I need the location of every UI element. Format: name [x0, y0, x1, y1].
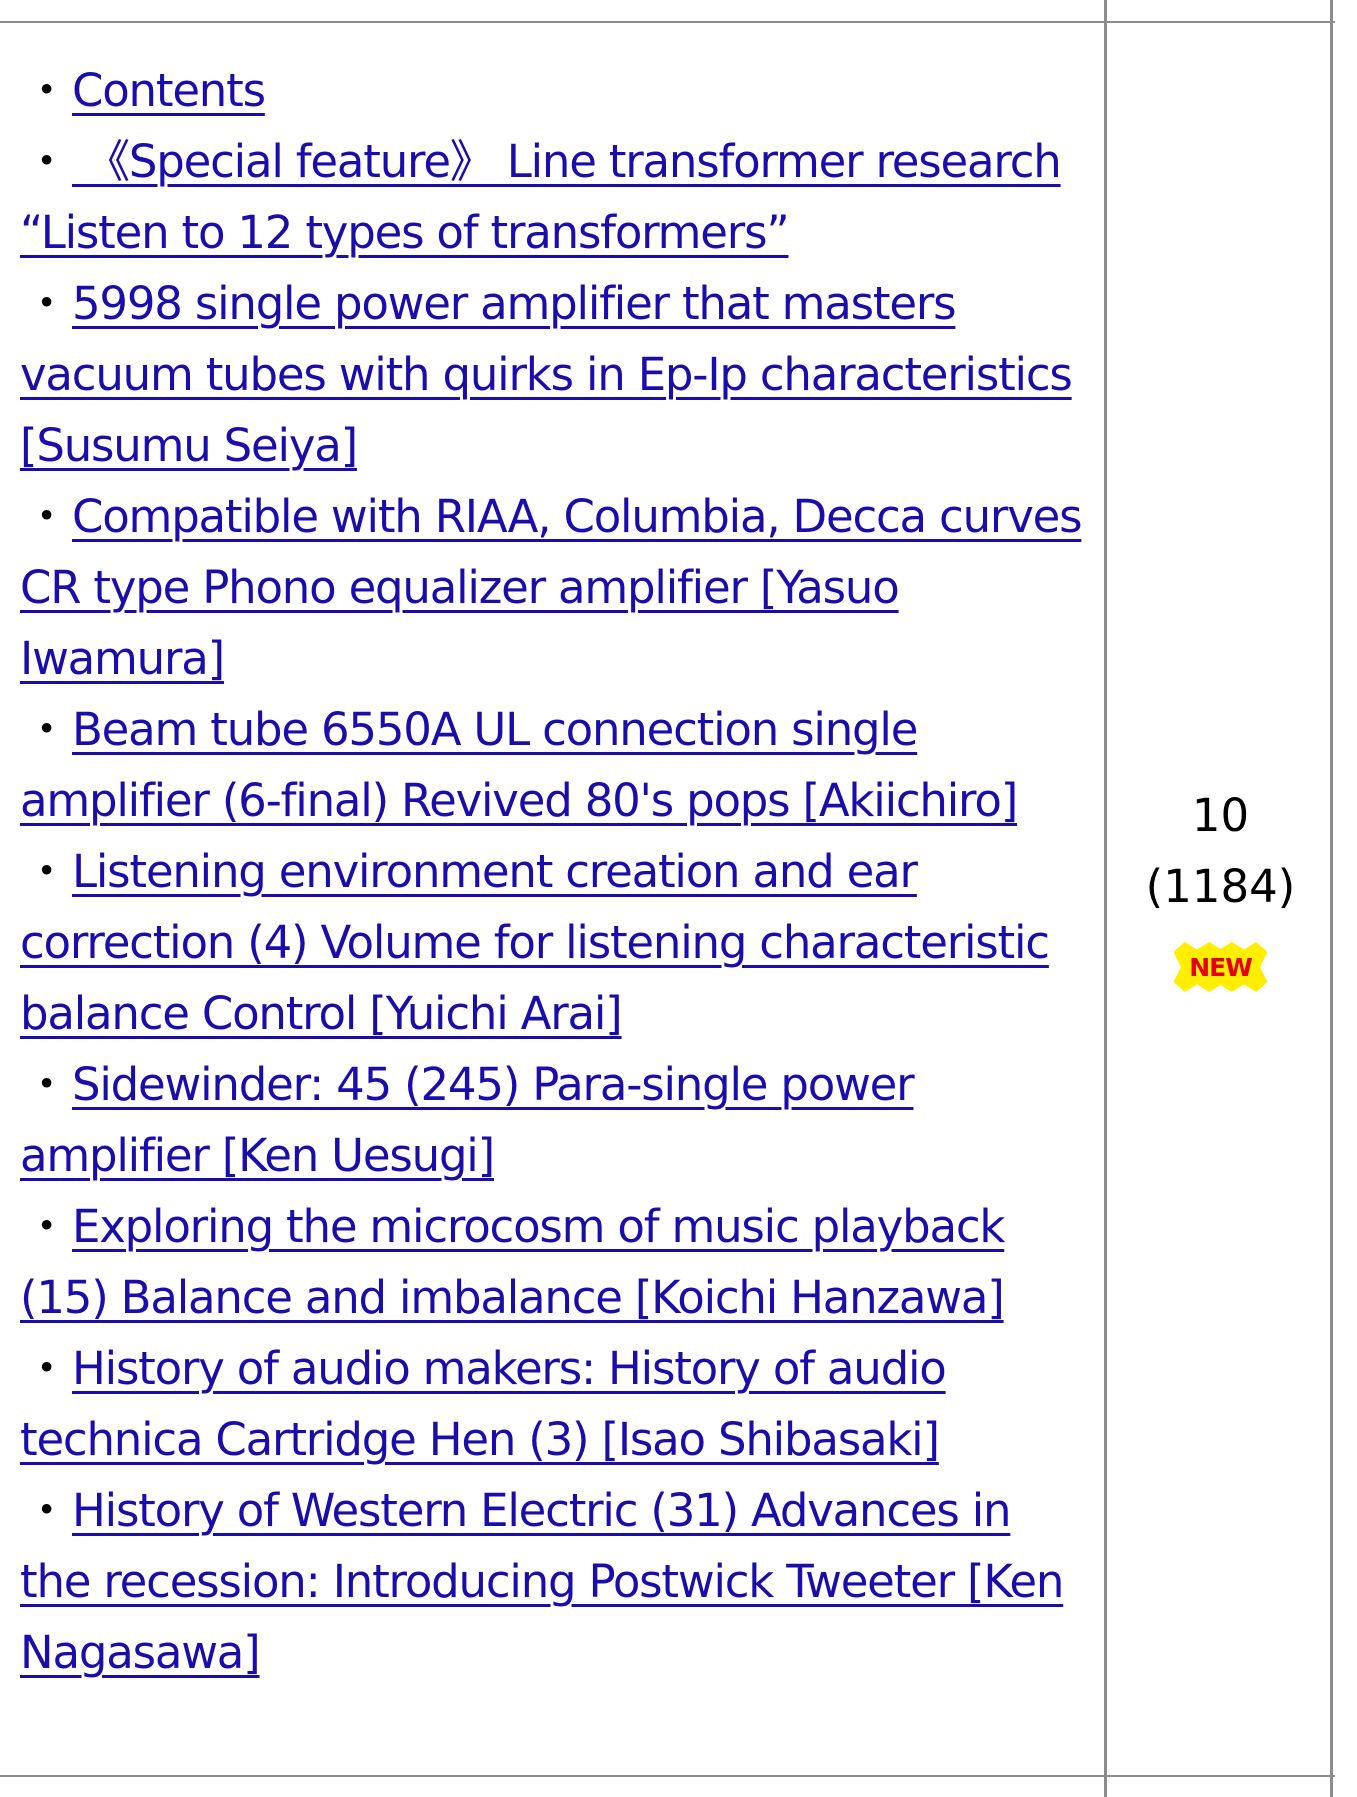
column-divider — [1104, 0, 1107, 1797]
article-link-6550a[interactable]: Beam tube 6550A UL connection single amp… — [20, 703, 1018, 827]
article-link-phono-eq[interactable]: Compatible with RIAA, Columbia, Decca cu… — [20, 490, 1083, 685]
list-item: ・History of audio makers: History of aud… — [20, 1333, 1088, 1475]
new-badge-icon: NEW — [1173, 942, 1268, 992]
bullet: ・ — [24, 135, 69, 188]
article-link-5998-amp[interactable]: 5998 single power amplifier that masters… — [20, 277, 1073, 472]
contents-link[interactable]: Contents — [72, 64, 266, 117]
article-link-audio-makers[interactable]: History of audio makers: History of audi… — [20, 1342, 947, 1466]
list-item: ・Beam tube 6550A UL connection single am… — [20, 694, 1088, 836]
article-link-western-electric[interactable]: History of Western Electric (31) Advance… — [20, 1484, 1064, 1679]
issue-cell: 10 (1184) NEW — [1108, 780, 1333, 1012]
bullet: ・ — [24, 1342, 69, 1395]
table-top-border — [0, 21, 1335, 23]
list-item: ・Sidewinder: 45 (245) Para-single power … — [20, 1049, 1088, 1191]
bullet: ・ — [24, 845, 69, 898]
contents-list: ・Contents ・ 《Special feature》 Line trans… — [20, 55, 1088, 1688]
bullet: ・ — [24, 277, 69, 330]
list-item: ・Compatible with RIAA, Columbia, Decca c… — [20, 481, 1088, 694]
table-bottom-border — [0, 1775, 1335, 1777]
article-link-microcosm[interactable]: Exploring the microcosm of music playbac… — [20, 1200, 1005, 1324]
article-link-listening-env[interactable]: Listening environment creation and ear c… — [20, 845, 1050, 1040]
bullet: ・ — [24, 64, 69, 117]
list-item: ・5998 single power amplifier that master… — [20, 268, 1088, 481]
bullet: ・ — [24, 1200, 69, 1253]
bullet: ・ — [24, 1484, 69, 1537]
issue-total-number: (1184) — [1145, 860, 1296, 913]
list-item: ・Listening environment creation and ear … — [20, 836, 1088, 1049]
bullet: ・ — [24, 490, 69, 543]
new-badge-label: NEW — [1189, 952, 1253, 982]
list-item: ・ 《Special feature》 Line transformer res… — [20, 126, 1088, 268]
list-item: ・History of Western Electric (31) Advanc… — [20, 1475, 1088, 1688]
bullet: ・ — [24, 703, 69, 756]
bullet: ・ — [24, 1058, 69, 1111]
list-item: ・Contents — [20, 55, 1088, 126]
list-item: ・Exploring the microcosm of music playba… — [20, 1191, 1088, 1333]
special-feature-link[interactable]: 《Special feature》 Line transformer resea… — [20, 135, 1062, 259]
magazine-issue-table: ・Contents ・ 《Special feature》 Line trans… — [0, 0, 1357, 1797]
issue-number: 10 — [1191, 789, 1250, 842]
article-link-sidewinder[interactable]: Sidewinder: 45 (245) Para-single power a… — [20, 1058, 915, 1182]
contents-cell: ・Contents ・ 《Special feature》 Line trans… — [20, 55, 1088, 1688]
